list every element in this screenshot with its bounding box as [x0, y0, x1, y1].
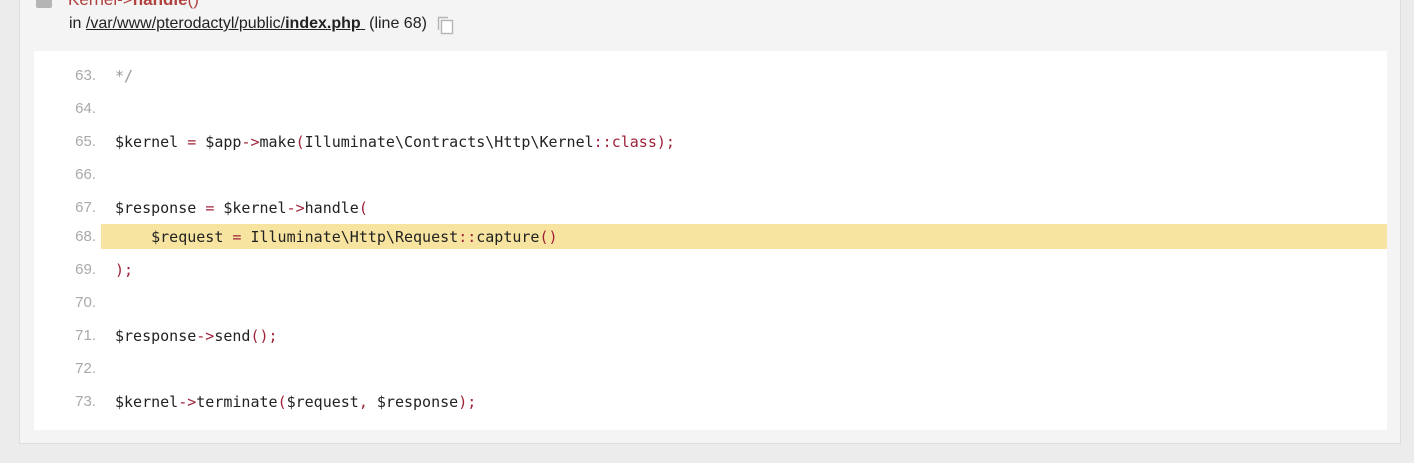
code-token: ()	[539, 227, 558, 246]
code-token: (	[358, 198, 368, 217]
code-line: 73. $kernel->terminate($request, $respons…	[34, 389, 1387, 414]
code-token: capture	[476, 227, 540, 246]
line-number: 66.	[75, 166, 96, 183]
code-token: Illuminate\Contracts\Http\Kernel	[304, 132, 594, 151]
code-token: $app	[196, 132, 242, 151]
file-path-link[interactable]: /var/www/pterodactyl/public/index.php	[86, 15, 365, 33]
code-line: 64.	[34, 96, 1387, 121]
code-text: */	[115, 67, 133, 85]
line-number: 69.	[75, 261, 96, 278]
line-number: 63.	[75, 67, 96, 84]
copy-icon[interactable]	[436, 15, 454, 35]
code-token: =	[187, 132, 197, 151]
class-name: Kernel	[68, 0, 117, 9]
code-text: $response = $kernel->handle(	[115, 199, 368, 217]
code-token: );	[115, 260, 134, 279]
code-token: (	[295, 132, 305, 151]
code-token: $kernel	[115, 392, 179, 411]
file-name: index.php	[285, 15, 361, 32]
code-text: );	[115, 261, 133, 279]
line-number: 64.	[75, 100, 96, 117]
code-token: $response	[115, 326, 197, 345]
code-token: (	[277, 392, 287, 411]
code-line: 70.	[34, 290, 1387, 315]
line-number: 71.	[75, 327, 96, 344]
arrow-operator: ->	[117, 0, 133, 9]
code-token: ,	[358, 392, 368, 411]
code-token: $request	[115, 227, 233, 246]
code-line: 63. */	[34, 63, 1387, 88]
code-token: );	[458, 392, 477, 411]
trace-header[interactable]: Kernel->handle()	[36, 0, 199, 9]
stack-trace-frame: Kernel->handle() in /var/www/pterodactyl…	[19, 0, 1401, 444]
code-line: 72.	[34, 356, 1387, 381]
code-token: ::class);	[593, 132, 675, 151]
code-line: 67. $response = $kernel->handle(	[34, 195, 1387, 220]
code-token: terminate	[196, 392, 278, 411]
collapse-toggle-icon[interactable]	[36, 0, 52, 8]
code-token: $response	[115, 198, 206, 217]
code-token: =	[205, 198, 215, 217]
line-number: 68.	[75, 228, 96, 245]
method-name: handle	[133, 0, 188, 9]
code-text: $kernel = $app->make(Illuminate\Contract…	[115, 133, 675, 151]
path-prefix: /var/www/pterodactyl/public/	[85, 15, 286, 32]
code-token: $response	[367, 392, 459, 411]
code-text: $response->send();	[115, 327, 278, 345]
code-token: ->	[196, 326, 215, 345]
function-signature: Kernel->handle()	[68, 0, 199, 10]
method-args: ()	[188, 0, 199, 9]
code-token: make	[259, 132, 296, 151]
code-line: 71. $response->send();	[34, 323, 1387, 348]
code-token: */	[115, 66, 134, 85]
code-text: $request = Illuminate\Http\Request::capt…	[115, 227, 558, 246]
code-token: ->	[241, 132, 260, 151]
code-line: 65. $kernel = $app->make(Illuminate\Contr…	[34, 129, 1387, 154]
file-location: in /var/www/pterodactyl/public/index.php…	[69, 14, 454, 35]
line-number: 67.	[75, 199, 96, 216]
line-number: 70.	[75, 294, 96, 311]
code-token: ->	[286, 198, 305, 217]
code-token: $kernel	[115, 132, 188, 151]
code-token: $request	[286, 392, 359, 411]
code-line-highlighted: 68. $request = Illuminate\Http\Request::…	[75, 224, 1387, 249]
code-token: ();	[250, 326, 278, 345]
code-line: 69.);	[34, 257, 1387, 282]
code-text: $kernel->terminate($request, $response);	[115, 393, 476, 411]
code-token: $kernel	[214, 198, 287, 217]
line-number: 65.	[75, 133, 96, 150]
code-line: 66.	[34, 162, 1387, 187]
code-token: handle	[304, 198, 359, 217]
code-token: ->	[178, 392, 197, 411]
line-info: (line 68)	[369, 15, 427, 32]
in-label: in	[69, 15, 82, 32]
code-token: send	[214, 326, 251, 345]
code-token: ::	[458, 227, 477, 246]
line-number: 72.	[75, 360, 96, 377]
code-snippet: 63. */64. 65. $kernel = $app->make(Illumina…	[34, 51, 1387, 430]
code-token: Illuminate\Http\Request	[241, 227, 459, 246]
line-number: 73.	[75, 393, 96, 410]
